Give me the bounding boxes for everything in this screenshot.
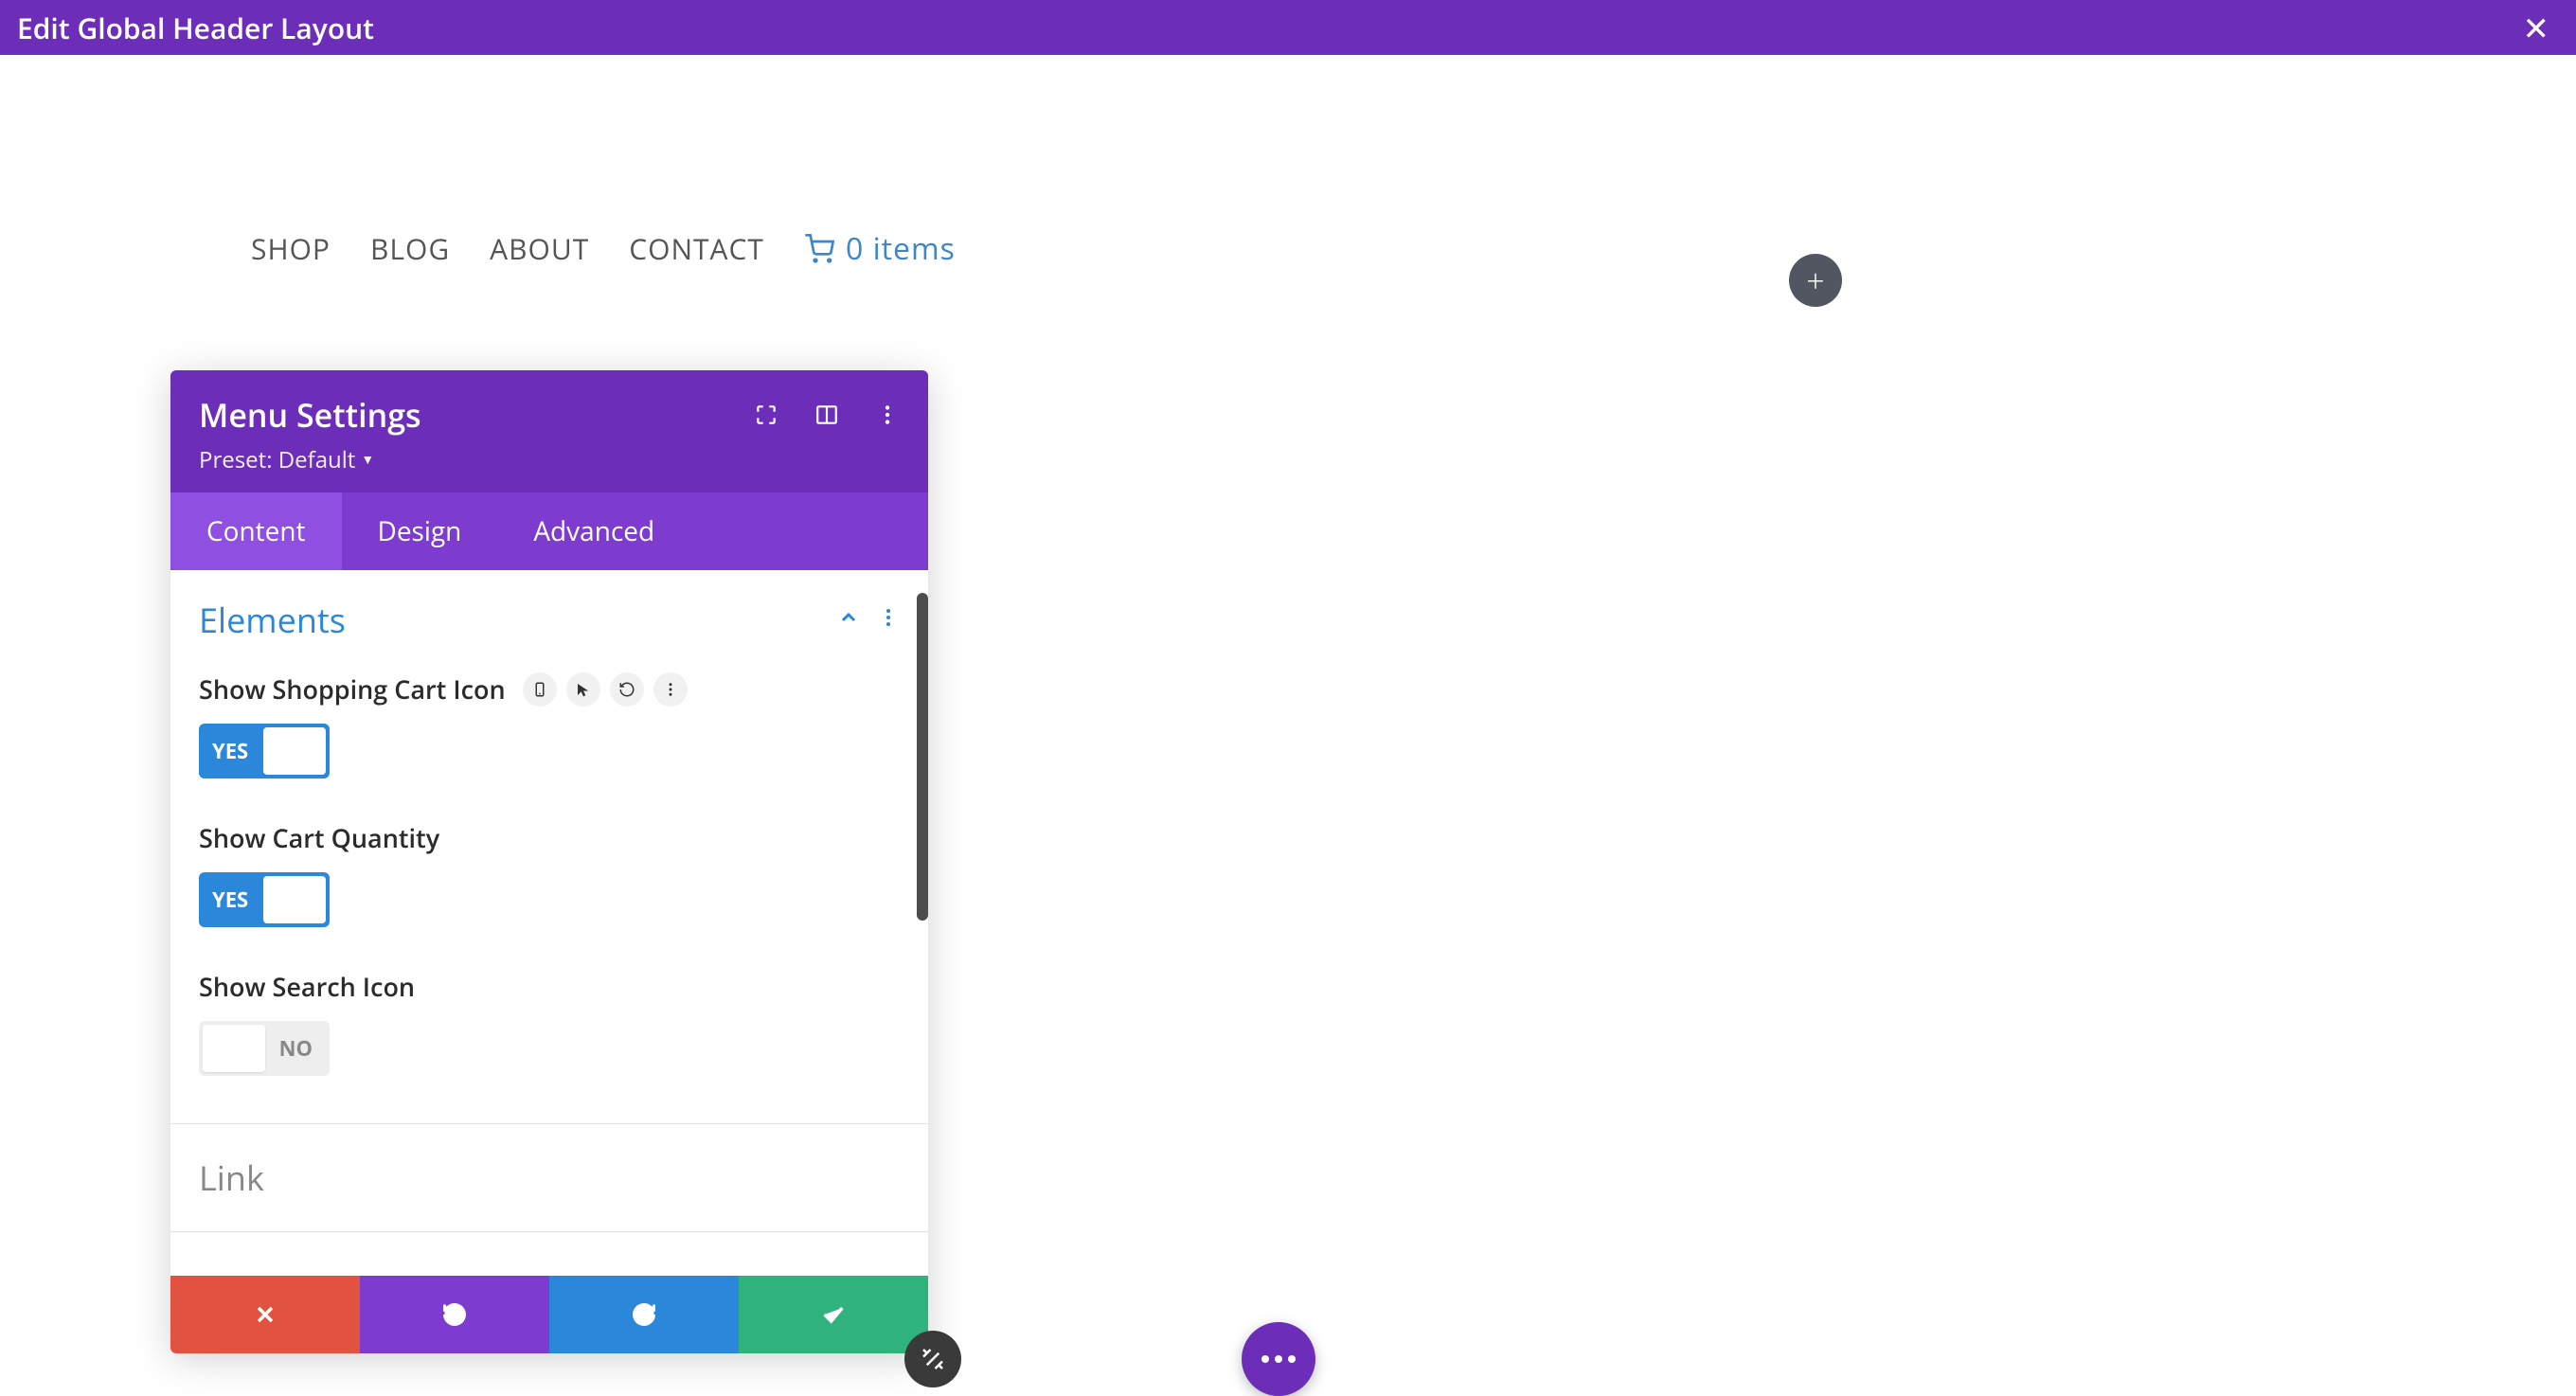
top-bar-title: Edit Global Header Layout bbox=[17, 9, 374, 47]
close-icon[interactable]: ✕ bbox=[2523, 6, 2550, 49]
more-icon[interactable] bbox=[875, 403, 900, 427]
option-show-cart-qty: Show Cart Quantity YES bbox=[199, 820, 900, 927]
toggle-knob bbox=[263, 876, 326, 923]
toggle-knob bbox=[203, 1025, 265, 1072]
tab-advanced[interactable]: Advanced bbox=[497, 492, 690, 570]
nav-item-shop[interactable]: SHOP bbox=[251, 229, 331, 268]
hover-icon[interactable] bbox=[566, 672, 600, 707]
toggle-knob bbox=[263, 727, 326, 775]
add-module-button[interactable]: + bbox=[1789, 254, 1842, 307]
responsive-icon[interactable] bbox=[523, 672, 557, 707]
toggle-show-cart-icon[interactable]: YES bbox=[199, 724, 330, 779]
option-label: Show Shopping Cart Icon bbox=[199, 671, 506, 707]
header-nav: SHOP BLOG ABOUT CONTACT 0 items bbox=[251, 228, 956, 269]
tab-content[interactable]: Content bbox=[170, 492, 342, 570]
undo-button[interactable] bbox=[360, 1276, 549, 1353]
scrollbar[interactable] bbox=[917, 593, 928, 921]
preview-canvas: SHOP BLOG ABOUT CONTACT 0 items + Menu S… bbox=[0, 55, 2576, 1362]
nav-item-blog[interactable]: BLOG bbox=[370, 229, 450, 268]
nav-item-about[interactable]: ABOUT bbox=[490, 229, 589, 268]
section-more-icon[interactable] bbox=[877, 606, 900, 634]
section-link-title[interactable]: Link bbox=[199, 1154, 264, 1201]
save-button[interactable] bbox=[739, 1276, 928, 1353]
columns-icon[interactable] bbox=[814, 403, 839, 427]
cancel-button[interactable] bbox=[170, 1276, 360, 1353]
nav-item-contact[interactable]: CONTACT bbox=[629, 229, 764, 268]
preset-dropdown[interactable]: Preset: Default ▼ bbox=[199, 444, 900, 475]
builder-fab[interactable] bbox=[1242, 1322, 1315, 1396]
toggle-show-cart-qty[interactable]: YES bbox=[199, 872, 330, 927]
option-show-search: Show Search Icon NO bbox=[199, 969, 900, 1076]
panel-tabs: Content Design Advanced bbox=[170, 492, 928, 570]
panel-body[interactable]: Elements Show Shopping Cart Icon bbox=[170, 570, 928, 1276]
toggle-value: YES bbox=[212, 737, 248, 765]
option-label: Show Search Icon bbox=[199, 969, 415, 1004]
option-label: Show Cart Quantity bbox=[199, 820, 439, 855]
nav-cart[interactable]: 0 items bbox=[804, 228, 956, 269]
caret-down-icon: ▼ bbox=[361, 451, 374, 469]
top-bar: Edit Global Header Layout ✕ bbox=[0, 0, 2576, 55]
cart-icon bbox=[804, 234, 834, 264]
option-more-icon[interactable] bbox=[653, 672, 688, 707]
section-elements: Elements Show Shopping Cart Icon bbox=[170, 570, 928, 1124]
redo-button[interactable] bbox=[549, 1276, 739, 1353]
section-elements-title[interactable]: Elements bbox=[199, 597, 346, 643]
section-link: Link bbox=[170, 1124, 928, 1232]
option-show-cart-icon: Show Shopping Cart Icon bbox=[199, 671, 900, 779]
toggle-value: NO bbox=[279, 1034, 313, 1063]
toggle-show-search[interactable]: NO bbox=[199, 1021, 330, 1076]
panel-title: Menu Settings bbox=[199, 393, 421, 437]
panel-footer bbox=[170, 1276, 928, 1353]
toggle-value: YES bbox=[212, 886, 248, 914]
preset-label: Preset: Default bbox=[199, 444, 355, 475]
cart-quantity-label: 0 items bbox=[846, 228, 956, 269]
panel-header: Menu Settings Preset: Default ▼ bbox=[170, 370, 928, 492]
resize-handle[interactable] bbox=[904, 1331, 961, 1387]
chevron-up-icon[interactable] bbox=[837, 606, 860, 634]
tab-design[interactable]: Design bbox=[342, 492, 498, 570]
expand-icon[interactable] bbox=[754, 403, 778, 427]
reset-icon[interactable] bbox=[610, 672, 644, 707]
settings-panel: Menu Settings Preset: Default ▼ bbox=[170, 370, 928, 1353]
